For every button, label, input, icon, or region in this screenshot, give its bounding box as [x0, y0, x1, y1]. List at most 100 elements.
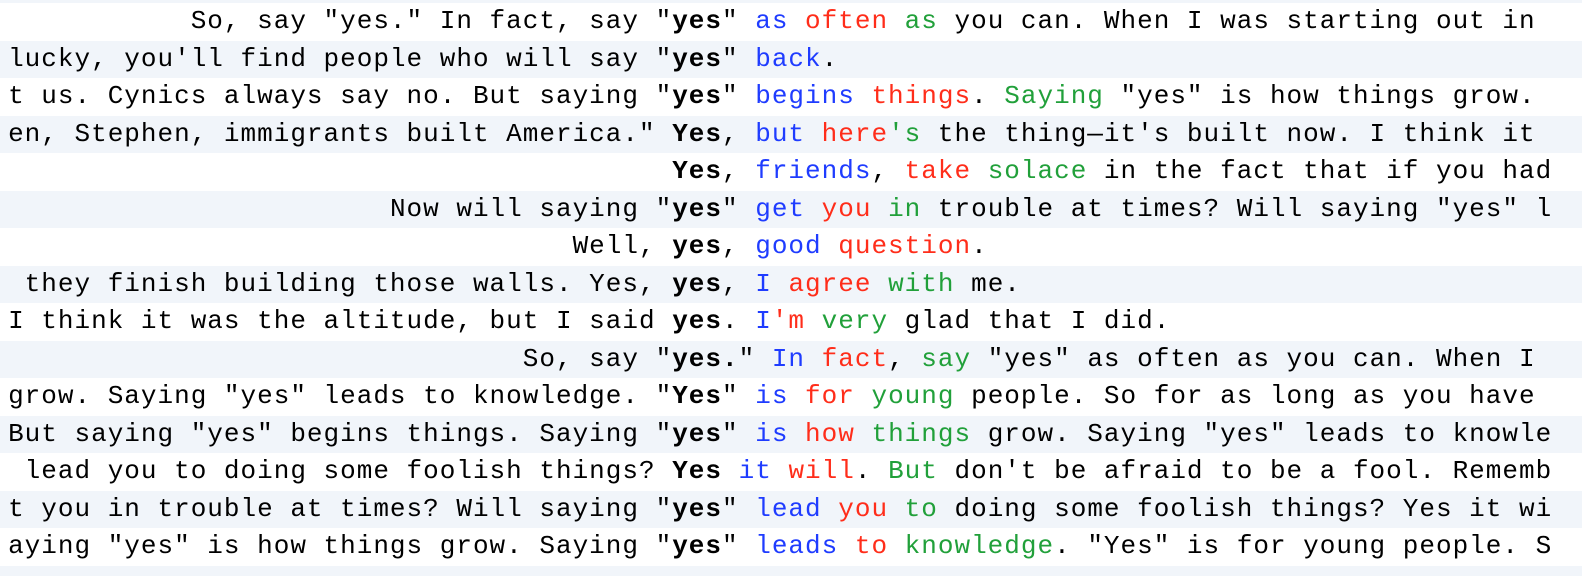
collocate-red: how: [805, 418, 855, 449]
context-text: ": [722, 81, 756, 112]
collocate-green: to: [904, 493, 938, 524]
context-text: [971, 156, 988, 186]
left-context-text: t us. Cynics always say no. But saying ": [8, 81, 673, 112]
collocate-green: solace: [987, 156, 1088, 187]
left-context: aying "yes" is how things grow. Saying "…: [0, 528, 722, 566]
context-text: .: [854, 456, 889, 487]
left-context-text: So, say ": [522, 343, 673, 374]
concordance-list: So, say "yes." In fact, say " yes " as oft…: [0, 3, 1582, 566]
concordance-row[interactable]: t you in trouble at times? Will saying "…: [0, 490, 1582, 529]
right-context: , good question.: [722, 228, 1582, 266]
collocate-blue: get: [755, 193, 806, 224]
context-text: [888, 531, 905, 561]
collocate-blue: is: [755, 418, 789, 449]
keyword: yes: [672, 43, 722, 74]
collocate-red: to: [854, 531, 889, 562]
context-text: ": [722, 193, 756, 224]
right-context: , but here's the thing—it's built now. I…: [722, 116, 1582, 154]
left-context: grow. Saying "yes" leads to knowledge. "…: [0, 378, 722, 416]
context-text: ,: [722, 156, 756, 187]
context-text: [822, 494, 839, 524]
collocate-blue: friends: [755, 156, 872, 187]
left-context: So, say " yes: [0, 341, 722, 379]
concordance-row[interactable]: they finish building those walls. Yes, y…: [0, 265, 1582, 304]
context-text: ,: [722, 268, 756, 299]
context-text: [888, 6, 905, 36]
concordance-row[interactable]: Well, yes, good question.: [0, 228, 1582, 266]
concordance-row[interactable]: lucky, you'll find people who will say "…: [0, 40, 1582, 79]
context-text: [772, 269, 789, 299]
context-text: [805, 344, 822, 374]
context-text: ": [722, 531, 756, 562]
right-context: it will. But don't be afraid to be a foo…: [722, 453, 1582, 491]
concordance-row[interactable]: aying "yes" is how things grow. Saying "…: [0, 528, 1582, 566]
left-context: lucky, you'll find people who will say "…: [0, 41, 722, 79]
context-text: [772, 456, 789, 486]
left-context-text: t you in trouble at times? Will saying ": [8, 493, 673, 524]
collocate-red: you: [821, 193, 872, 224]
context-text: [871, 269, 888, 299]
context-text: . "Yes" is for young people. S: [1054, 531, 1553, 562]
context-text: [805, 194, 822, 224]
left-context-text: grow. Saying "yes" leads to knowledge. ": [8, 381, 673, 412]
context-text: [871, 194, 888, 224]
left-context: t us. Cynics always say no. But saying "…: [0, 78, 722, 116]
collocate-green: with: [888, 268, 955, 299]
right-context: " is how things grow. Saying "yes" leads…: [722, 416, 1582, 454]
context-text: glad that I did.: [888, 306, 1171, 337]
context-text: me.: [954, 268, 1021, 299]
context-text: [838, 531, 855, 561]
concordance-row[interactable]: lead you to doing some foolish things? Y…: [0, 453, 1582, 491]
collocate-red: agree: [788, 268, 872, 299]
right-context: " lead you to doing some foolish things?…: [722, 491, 1582, 529]
context-text: doing some foolish things? Yes it wi: [937, 493, 1553, 524]
keyword: Yes: [672, 381, 722, 412]
concordance-row[interactable]: So, say "yes." In fact, say "yes" as oft…: [0, 340, 1582, 379]
keyword: Yes: [672, 118, 722, 149]
concordance-row[interactable]: t us. Cynics always say no. But saying "…: [0, 78, 1582, 116]
concordance-row[interactable]: I think it was the altitude, but I said …: [0, 303, 1582, 341]
collocate-red: for: [805, 381, 855, 412]
keyword-punctuation: .: [722, 343, 739, 374]
collocate-red: will: [788, 456, 855, 487]
keyword: yes: [672, 81, 722, 112]
left-context: t you in trouble at times? Will saying "…: [0, 491, 722, 529]
context-text: ": [722, 418, 756, 449]
left-context-text: lucky, you'll find people who will say ": [8, 43, 673, 74]
concordance-row[interactable]: Now will saying " yes " get you in trouble…: [0, 190, 1582, 229]
context-text: trouble at times? Will saying "yes" l: [921, 193, 1553, 224]
context-text: [855, 81, 872, 111]
concordance-row[interactable]: Yes, friends, take solace in the fact th…: [0, 153, 1582, 191]
collocate-blue: I: [755, 268, 772, 299]
context-text: .: [971, 81, 1005, 112]
collocate-red: you: [838, 493, 889, 524]
collocate-blue: I: [755, 306, 772, 337]
concordance-row[interactable]: But saying "yes" begins things. Saying "…: [0, 415, 1582, 454]
context-text: ": [722, 381, 756, 412]
context-text: the thing—it's built now. I think it: [921, 118, 1536, 149]
collocate-blue: lead: [755, 493, 822, 524]
right-context: " is for young people. So for as long as…: [722, 378, 1582, 416]
collocate-blue: as: [755, 6, 789, 36]
collocate-red: 'm: [771, 306, 806, 337]
keyword: yes: [672, 418, 722, 449]
collocate-blue: back: [755, 43, 822, 74]
context-text: ": [722, 43, 756, 74]
concordance-row[interactable]: en, Stephen, immigrants built America." …: [0, 115, 1582, 154]
context-text: [788, 381, 805, 411]
collocate-green: very: [821, 306, 889, 337]
left-context-text: So, say "yes." In fact, say ": [190, 6, 673, 36]
collocate-green: in: [888, 193, 922, 224]
collocate-blue: but: [755, 118, 806, 149]
right-context: ." In fact, say "yes" as often as you ca…: [722, 341, 1582, 379]
collocate-green: 's: [888, 118, 922, 149]
left-context: So, say "yes." In fact, say " yes: [0, 3, 722, 41]
context-text: [788, 6, 805, 36]
concordance-row[interactable]: So, say "yes." In fact, say "yes" as oft…: [0, 3, 1582, 41]
keyword: yes: [672, 6, 722, 36]
concordance-row[interactable]: grow. Saying "yes" leads to knowledge. "…: [0, 378, 1582, 416]
collocate-green: young: [871, 381, 955, 412]
right-context: " back.: [722, 41, 1582, 79]
left-context: they finish building those walls. Yes, y…: [0, 266, 722, 304]
collocate-red: fact: [821, 343, 889, 374]
